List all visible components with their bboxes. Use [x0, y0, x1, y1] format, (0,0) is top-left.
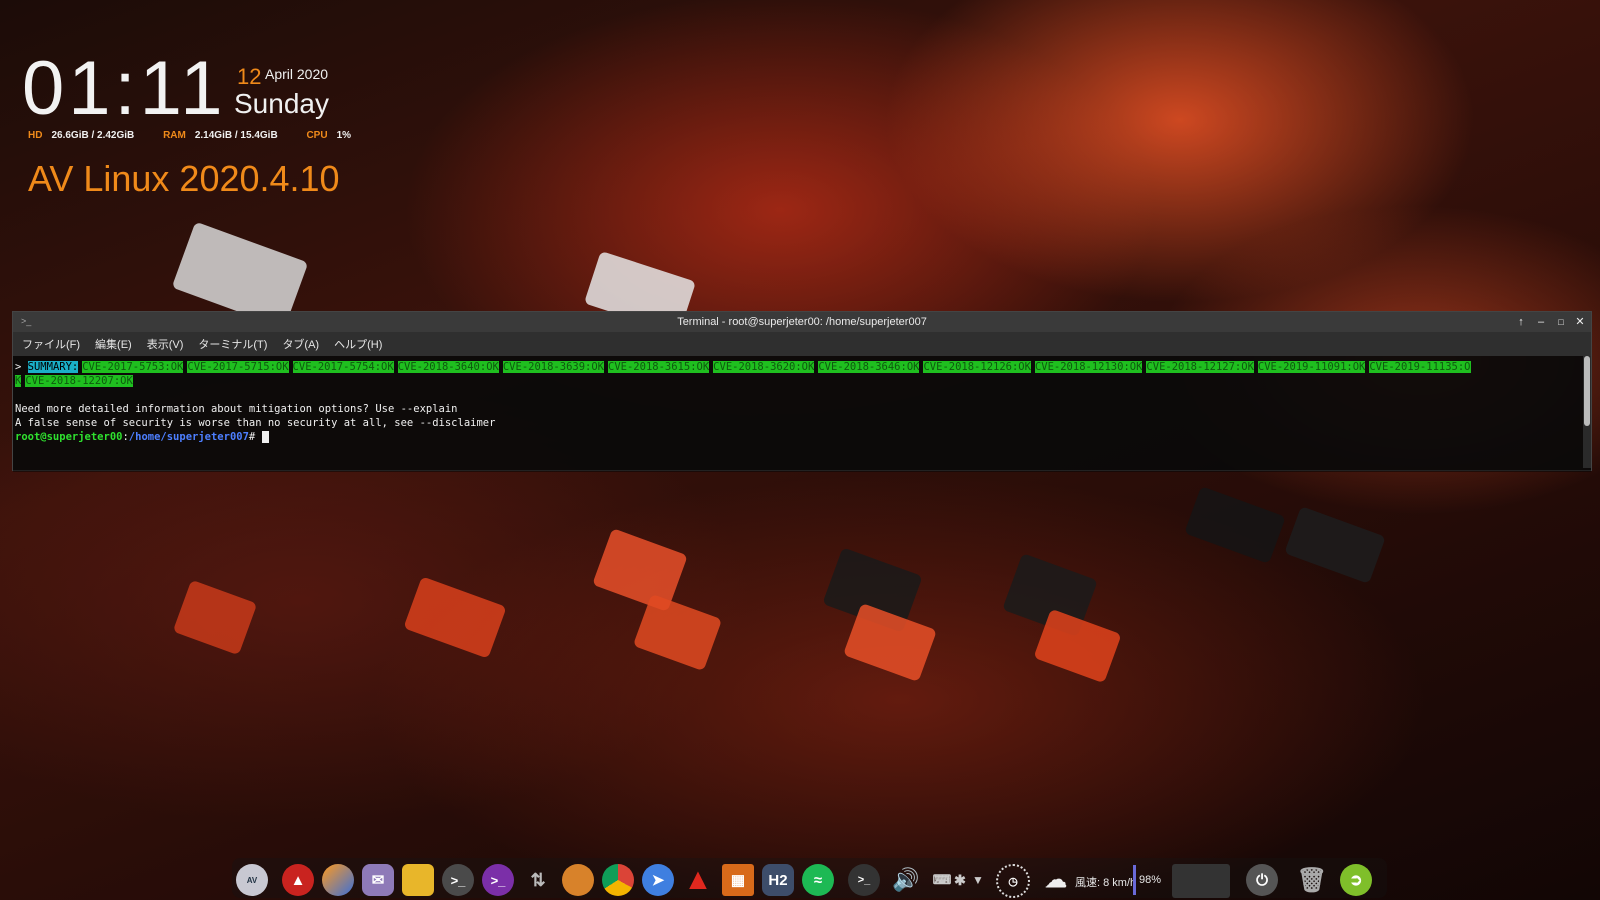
mail-icon[interactable]: ✉ [362, 864, 394, 896]
gimp-icon[interactable] [562, 864, 594, 896]
spotify-icon[interactable]: ≈ [802, 864, 834, 896]
battery-percent: 98% [1139, 874, 1162, 886]
info-line: A false sense of security is worse than … [15, 417, 496, 429]
cve-status: CVE-2019-11091:OK [1257, 361, 1366, 373]
chrome-icon[interactable] [602, 864, 634, 896]
wind-speed: 風速: 8 km/h [1075, 877, 1137, 889]
prompt-line: root@superjeter00:/home/superjeter007# [15, 430, 1591, 444]
cve-status: CVE-2018-12126:OK [923, 361, 1031, 373]
cpu-label: CPU [306, 130, 328, 141]
av-linux-icon[interactable]: AV [236, 864, 268, 896]
cve-status: CVE-2018-12130:OK [1034, 361, 1143, 373]
wallpaper-fader [632, 593, 723, 672]
wallpaper-fader [843, 602, 937, 683]
menu-bar: ファイル(F) 編集(E) 表示(V) ターミナル(T) タブ(A) ヘルプ(H… [13, 332, 1591, 356]
terminal-window[interactable]: >_ Terminal - root@superjeter00: /home/s… [12, 311, 1592, 472]
cpu-value: 1% [336, 130, 352, 141]
summary-line-wrap: K CVE-2018-12207:OK [15, 374, 1591, 388]
workspace-switcher[interactable] [1172, 864, 1230, 898]
weather-icon[interactable]: ☁ [1040, 864, 1072, 896]
cve-status: CVE-2017-5753:OK [82, 361, 184, 373]
terminal-output[interactable]: > SUMMARY: CVE-2017-5753:OK CVE-2017-5715:… [13, 356, 1591, 472]
mixer-icon[interactable]: ⇅ [522, 864, 554, 896]
prompt-user: root@superjeter00 [15, 431, 123, 443]
cve-status: CVE-2019-11135:O [1369, 361, 1471, 373]
logout-icon[interactable]: ➲ [1340, 864, 1372, 896]
cve-status: CVE-2018-3615:OK [608, 361, 710, 373]
wallpaper-fader [592, 528, 688, 612]
cve-status: CVE-2017-5715:OK [187, 361, 289, 373]
menu-file[interactable]: ファイル(F) [22, 336, 80, 352]
scrollbar-thumb[interactable] [1584, 356, 1590, 426]
menu-tabs[interactable]: タブ(A) [282, 336, 319, 352]
wallpaper-fader [1284, 506, 1386, 584]
cve-status: CVE-2018-3646:OK [818, 361, 920, 373]
safari-icon[interactable]: ➤ [642, 864, 674, 896]
line-prefix: > [15, 361, 28, 373]
distro-name: AV Linux 2020.4.10 [28, 158, 340, 199]
window-titlebar[interactable]: >_ Terminal - root@superjeter00: /home/s… [13, 312, 1591, 332]
date-month-year: April 2020 [265, 66, 329, 82]
menu-help[interactable]: ヘルプ(H) [334, 336, 382, 352]
app-grid-icon[interactable]: ▦ [722, 864, 754, 896]
wallpaper-fader [1184, 486, 1286, 564]
minimize-button[interactable]: – [1533, 314, 1549, 330]
prompt-path: /home/superjeter007 [128, 431, 249, 443]
keep-above-button[interactable]: ↑ [1513, 314, 1529, 330]
wallpaper-fader [172, 579, 258, 656]
close-button[interactable]: ✕ [1572, 314, 1588, 330]
date-weekday: Sunday [234, 88, 329, 119]
cve-status: CVE-2018-3639:OK [502, 361, 605, 373]
date-day: 12 [237, 64, 262, 89]
terminal-icon[interactable]: >_ [442, 864, 474, 896]
files-icon[interactable] [402, 864, 434, 896]
cve-status: CVE-2018-12127:OK [1146, 361, 1254, 373]
cve-status: CVE-2018-3640:OK [397, 361, 499, 373]
maximize-button[interactable]: □ [1553, 314, 1569, 330]
hd-label: HD [28, 130, 43, 141]
powershell-icon[interactable]: >_ [482, 864, 514, 896]
menu-edit[interactable]: 編集(E) [95, 336, 132, 352]
active-terminal-icon[interactable]: >_ [848, 864, 880, 896]
cve-status: CVE-2018-3620:OK [713, 361, 815, 373]
ram-value: 2.14GiB / 15.4GiB [194, 130, 278, 141]
clock-applet-icon[interactable]: ◷ [996, 864, 1030, 898]
scrollbar[interactable] [1583, 356, 1591, 468]
wallpaper-fader [1033, 608, 1122, 684]
hydrogen-icon[interactable]: H2 [762, 864, 794, 896]
cve-status-wrap: K [15, 375, 22, 387]
clock-time: 01:11 [22, 46, 227, 131]
trash-icon[interactable]: 🗑 [1296, 864, 1328, 896]
prompt-symbol: # [248, 431, 262, 443]
menu-terminal[interactable]: ターミナル(T) [198, 336, 267, 352]
cve-status: CVE-2017-5754:OK [292, 361, 394, 373]
hd-value: 26.6GiB / 2.42GiB [51, 130, 135, 141]
summary-line: > SUMMARY: CVE-2017-5753:OK CVE-2017-5715:… [15, 360, 1591, 374]
wallpaper-fader [403, 576, 507, 659]
summary-label: SUMMARY: [27, 361, 79, 373]
volume-icon[interactable]: 🔊 [890, 864, 922, 896]
network-icon[interactable]: ▼ [962, 864, 994, 896]
system-stats: HD 26.6GiB / 2.42GiB RAM 2.14GiB / 15.4GiB… [28, 130, 377, 141]
firefox-icon[interactable] [322, 864, 354, 896]
ardour-icon[interactable]: ▲ [682, 863, 714, 896]
window-title: Terminal - root@superjeter00: /home/supe… [677, 316, 927, 328]
menu-view[interactable]: 表示(V) [147, 336, 184, 352]
battery-bar [1133, 865, 1136, 895]
ram-label: RAM [163, 130, 186, 141]
power-settings-icon[interactable]: ⏻ [1246, 864, 1278, 896]
cve-status: CVE-2018-12207:OK [25, 375, 133, 387]
text-cursor [261, 431, 269, 443]
info-line: Need more detailed information about mit… [15, 403, 458, 415]
acrobat-icon[interactable]: ▲ [282, 864, 314, 896]
